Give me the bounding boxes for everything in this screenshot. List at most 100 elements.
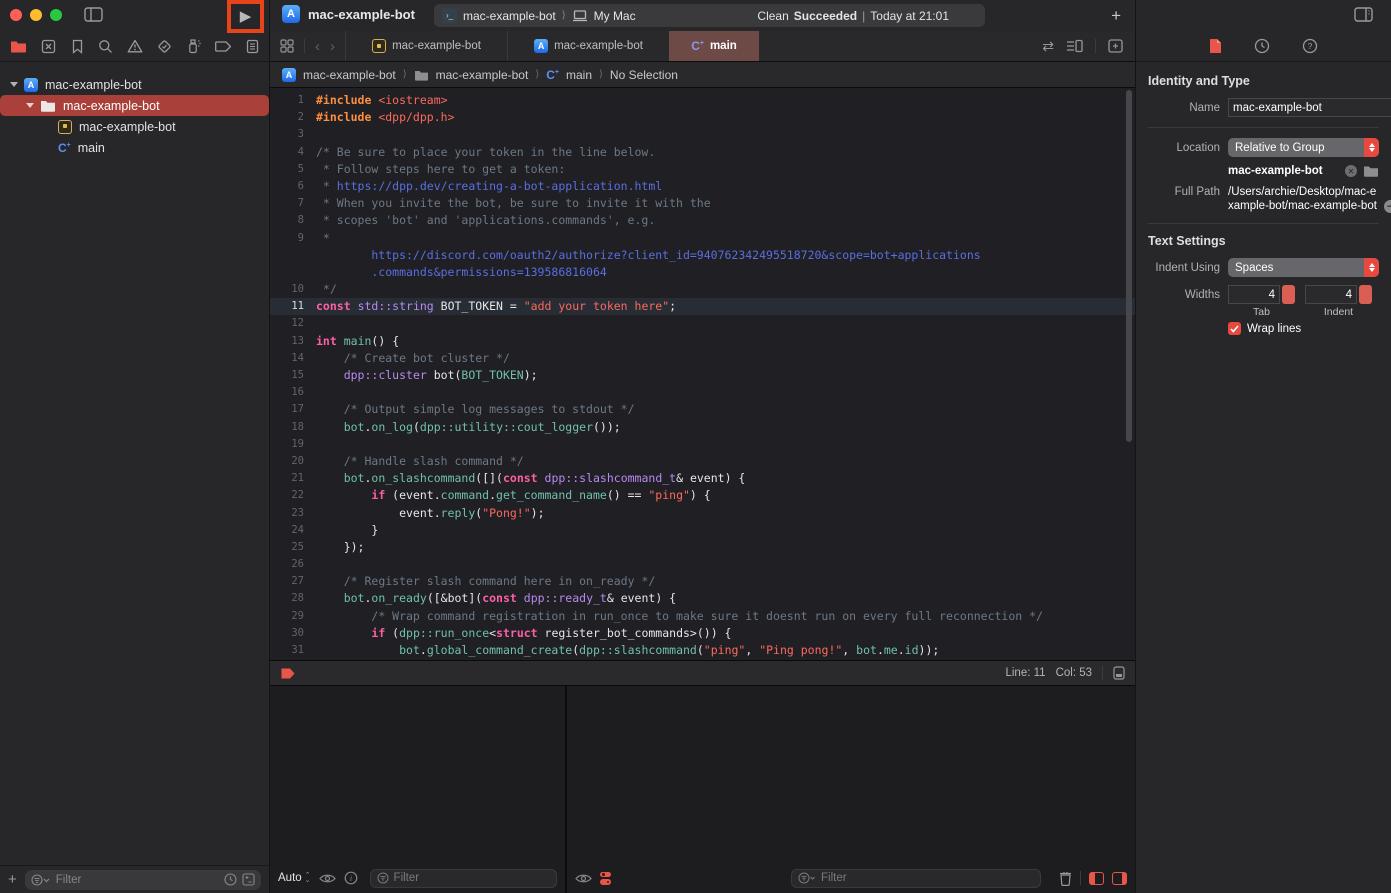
code-line[interactable]: 5 * Follow steps here to get a token: xyxy=(270,161,1135,178)
disclosure-triangle-icon[interactable] xyxy=(26,103,34,108)
console-filter-field[interactable] xyxy=(791,869,1041,888)
tab-main[interactable]: C+ main xyxy=(669,31,759,61)
code-line[interactable]: 16 xyxy=(270,384,1135,401)
console-view[interactable] xyxy=(567,686,1135,893)
open-path-arrow-icon[interactable]: ➜ xyxy=(1384,200,1391,213)
stepper-icon[interactable] xyxy=(1282,285,1295,304)
variables-view[interactable]: Auto ⌃⌄ i xyxy=(270,686,567,893)
tab-project[interactable]: A mac-example-bot xyxy=(507,31,669,61)
tests-navigator-icon[interactable] xyxy=(157,39,172,54)
code-line[interactable]: .commands&permissions=139586816064 xyxy=(270,264,1135,281)
toggle-navigator-icon[interactable] xyxy=(84,7,103,22)
reports-navigator-icon[interactable] xyxy=(246,39,259,54)
breadcrumb-item[interactable]: No Selection xyxy=(610,68,678,82)
back-button[interactable]: ‹ xyxy=(315,38,320,55)
find-navigator-icon[interactable] xyxy=(98,39,113,54)
choose-folder-icon[interactable] xyxy=(1363,165,1379,177)
add-editor-icon[interactable] xyxy=(1108,39,1123,53)
code-line[interactable]: 10 */ xyxy=(270,281,1135,298)
info-icon[interactable]: i xyxy=(344,871,358,885)
indent-width-field[interactable] xyxy=(1305,285,1357,304)
console-mode-toggles-icon[interactable] xyxy=(600,872,611,885)
breakpoint-icon[interactable] xyxy=(280,667,296,680)
history-inspector-icon[interactable] xyxy=(1254,38,1270,54)
code-line[interactable]: 22 if (event.command.get_command_name() … xyxy=(270,487,1135,504)
code-line[interactable]: 29 /* Wrap command registration in run_o… xyxy=(270,608,1135,625)
tree-item-project[interactable]: A mac-example-bot xyxy=(0,74,269,95)
code-line[interactable]: 24 } xyxy=(270,522,1135,539)
code-line[interactable]: 8 * scopes 'bot' and 'applications.comma… xyxy=(270,212,1135,229)
related-items-icon[interactable] xyxy=(280,39,294,53)
code-line[interactable]: https://discord.com/oauth2/authorize?cli… xyxy=(270,247,1135,264)
tree-item-group[interactable]: mac-example-bot xyxy=(0,95,269,116)
stepper-icon[interactable] xyxy=(1359,285,1372,304)
scheme-menu[interactable]: mac-example-bot xyxy=(463,9,556,23)
show-console-items-icon[interactable] xyxy=(575,873,592,884)
code-line[interactable]: 7 * When you invite the bot, be sure to … xyxy=(270,195,1135,212)
add-file-button[interactable]: + xyxy=(8,871,17,888)
code-line[interactable]: 3 xyxy=(270,126,1135,143)
bookmarks-navigator-icon[interactable] xyxy=(71,39,84,54)
breadcrumb-item[interactable]: mac-example-bot xyxy=(303,68,396,82)
destination-menu[interactable]: My Mac xyxy=(594,9,636,23)
forward-button[interactable]: › xyxy=(330,38,335,55)
variables-filter-field[interactable] xyxy=(370,869,557,888)
adjust-editor-icon[interactable] xyxy=(1113,666,1125,680)
code-line[interactable]: 21 bot.on_slashcommand([](const dpp::sla… xyxy=(270,470,1135,487)
code-line[interactable]: 12 xyxy=(270,315,1135,332)
debug-navigator-icon[interactable] xyxy=(187,39,201,54)
zoom-window-button[interactable] xyxy=(50,9,62,21)
code-line[interactable]: 27 /* Register slash command here in on_… xyxy=(270,573,1135,590)
code-line[interactable]: 13int main() { xyxy=(270,333,1135,350)
code-line[interactable]: 23 event.reply("Pong!"); xyxy=(270,505,1135,522)
navigator-filter-input[interactable] xyxy=(56,874,219,886)
activity-status[interactable]: Clean Succeeded | Today at 21:01 xyxy=(757,9,949,23)
minimize-window-button[interactable] xyxy=(30,9,42,21)
location-popup[interactable]: Relative to Group xyxy=(1228,138,1379,157)
wrap-lines-checkbox[interactable] xyxy=(1228,322,1241,335)
code-line[interactable]: 18 bot.on_log(dpp::utility::cout_logger(… xyxy=(270,419,1135,436)
source-control-filter-icon[interactable] xyxy=(242,873,255,886)
breadcrumb-item[interactable]: main xyxy=(566,68,592,82)
navigator-filter-field[interactable] xyxy=(25,870,261,890)
code-line[interactable]: 11const std::string BOT_TOKEN = "add you… xyxy=(270,298,1135,315)
code-line[interactable]: 6 * https://dpp.dev/creating-a-bot-appli… xyxy=(270,178,1135,195)
issues-navigator-icon[interactable] xyxy=(127,39,143,53)
scrollbar-thumb[interactable] xyxy=(1126,90,1132,442)
breakpoints-navigator-icon[interactable] xyxy=(215,40,232,53)
tree-item-target[interactable]: mac-example-bot xyxy=(0,116,269,137)
close-window-button[interactable] xyxy=(10,9,22,21)
file-inspector-icon[interactable] xyxy=(1209,38,1222,54)
code-review-icon[interactable]: ⇄ xyxy=(1042,39,1054,53)
indent-using-popup[interactable]: Spaces xyxy=(1228,258,1379,277)
library-add-button[interactable]: + xyxy=(1111,5,1121,26)
code-line[interactable]: 1#include <iostream> xyxy=(270,92,1135,109)
code-editor[interactable]: 1#include <iostream>2#include <dpp/dpp.h… xyxy=(270,88,1135,660)
code-line[interactable]: 25 }); xyxy=(270,539,1135,556)
code-line[interactable]: 9 * xyxy=(270,230,1135,247)
code-line[interactable]: 14 /* Create bot cluster */ xyxy=(270,350,1135,367)
code-line[interactable]: 15 dpp::cluster bot(BOT_TOKEN); xyxy=(270,367,1135,384)
project-navigator-icon[interactable] xyxy=(10,39,27,53)
code-line[interactable]: 31 bot.global_command_create(dpp::slashc… xyxy=(270,642,1135,659)
run-button[interactable]: ▶ xyxy=(227,0,264,33)
show-variables-icon[interactable] xyxy=(319,873,336,884)
console-filter-input[interactable] xyxy=(821,872,1034,884)
code-line[interactable]: 30 if (dpp::run_once<struct register_bot… xyxy=(270,625,1135,642)
disclosure-triangle-icon[interactable] xyxy=(10,82,18,87)
quick-help-inspector-icon[interactable]: ? xyxy=(1302,38,1318,54)
editor-options-icon[interactable] xyxy=(1066,39,1083,53)
code-line[interactable]: 17 /* Output simple log messages to stdo… xyxy=(270,401,1135,418)
source-control-navigator-icon[interactable] xyxy=(41,39,56,54)
code-line[interactable]: 2#include <dpp/dpp.h> xyxy=(270,109,1135,126)
code-line[interactable]: 4/* Be sure to place your token in the l… xyxy=(270,144,1135,161)
breadcrumb-item[interactable]: mac-example-bot xyxy=(436,68,529,82)
tab-target[interactable]: mac-example-bot xyxy=(345,31,507,61)
tab-width-stepper[interactable] xyxy=(1228,285,1295,304)
code-line[interactable]: 32 } xyxy=(270,659,1135,660)
toggle-console-view-icon[interactable] xyxy=(1112,872,1127,885)
code-line[interactable]: 19 xyxy=(270,436,1135,453)
scope-popup-button[interactable]: Auto ⌃⌄ xyxy=(278,872,311,884)
toggle-inspector-icon[interactable] xyxy=(1354,7,1373,22)
name-field[interactable] xyxy=(1228,98,1391,117)
